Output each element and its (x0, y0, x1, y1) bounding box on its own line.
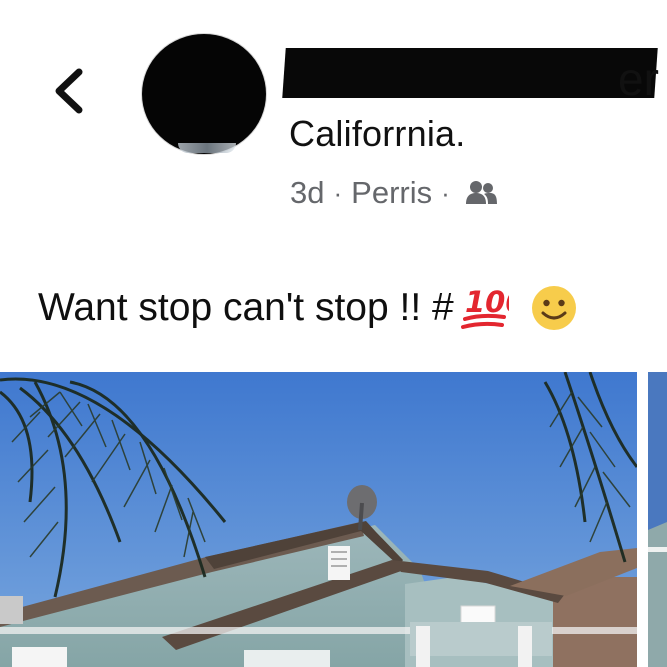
post-message: Want stop can't stop !! # (38, 286, 454, 329)
post-meta: 3d · Perris · (290, 172, 498, 214)
back-button[interactable] (48, 62, 88, 120)
redacted-author-name[interactable] (282, 48, 658, 98)
meta-separator: · (333, 178, 343, 208)
author-name-fragment: er (618, 53, 659, 105)
meta-separator: · (441, 178, 450, 208)
post-location[interactable]: Perris (351, 172, 432, 214)
post-time[interactable]: 3d (290, 172, 324, 214)
slightly-smiling-face-emoji (531, 286, 576, 330)
next-photo-preview[interactable] (648, 372, 667, 667)
avatar[interactable] (142, 34, 266, 154)
chevron-left-icon (55, 68, 83, 114)
post-photo[interactable] (0, 372, 637, 667)
post-text: Want stop can't stop !! # 100 (38, 283, 577, 333)
friends-icon[interactable] (464, 179, 498, 207)
location-title: Califorrnia. (289, 113, 466, 154)
hundred-points-emoji: 100 (460, 285, 509, 329)
avatar-edge (178, 143, 236, 153)
